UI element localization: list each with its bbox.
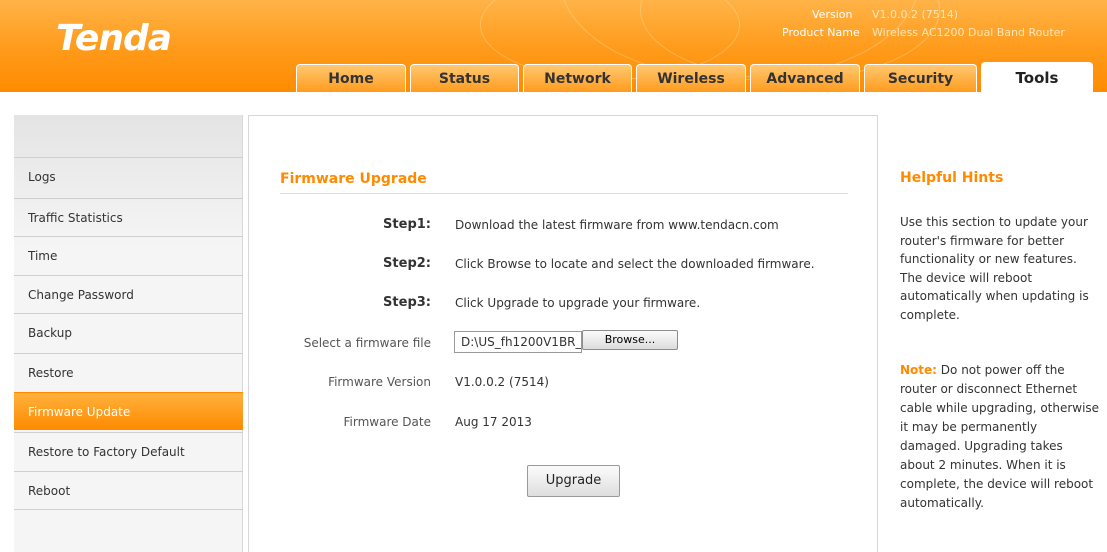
- helpful-hints-panel: Helpful Hints Use this section to update…: [878, 115, 1107, 552]
- sidebar-item-restore-factory-default[interactable]: Restore to Factory Default: [14, 432, 243, 470]
- section-divider: [280, 193, 848, 194]
- note-label: Note:: [900, 363, 937, 377]
- firmware-version-value: V1.0.0.2 (7514): [455, 375, 549, 389]
- browse-button[interactable]: Browse...: [582, 330, 678, 350]
- sidebar-item-change-password[interactable]: Change Password: [14, 275, 243, 313]
- product-name-label: Product Name: [782, 26, 860, 39]
- sidebar-item-logs[interactable]: Logs: [14, 157, 243, 195]
- version-value: V1.0.0.2 (7514): [872, 8, 959, 21]
- firmware-date-value: Aug 17 2013: [455, 415, 532, 429]
- tenda-logo[interactable]: Tenda: [56, 18, 172, 59]
- sidebar-item-traffic-statistics[interactable]: Traffic Statistics: [14, 198, 243, 236]
- step2-text: Click Browse to locate and select the do…: [455, 257, 815, 271]
- sidebar: Logs Traffic Statistics Time Change Pass…: [14, 115, 243, 552]
- tab-security[interactable]: Security: [864, 64, 977, 92]
- upgrade-button[interactable]: Upgrade: [527, 465, 620, 497]
- step2-label: Step2:: [383, 256, 431, 271]
- tab-status[interactable]: Status: [410, 64, 519, 92]
- section-title: Firmware Upgrade: [280, 171, 427, 187]
- version-label: Version: [812, 8, 853, 21]
- firmware-version-label: Firmware Version: [328, 375, 431, 389]
- tab-tools[interactable]: Tools: [981, 62, 1093, 92]
- hints-title: Helpful Hints: [900, 170, 1004, 186]
- sidebar-item-reboot[interactable]: Reboot: [14, 471, 243, 509]
- firmware-file-input[interactable]: D:\US_fh1200V1BR_V1.: [454, 331, 582, 353]
- firmware-upgrade-panel: Firmware Upgrade Step1: Download the lat…: [248, 115, 878, 552]
- sidebar-item-time[interactable]: Time: [14, 236, 243, 274]
- firmware-date-label: Firmware Date: [343, 415, 432, 429]
- tab-home[interactable]: Home: [296, 64, 406, 92]
- firmware-file-label: Select a firmware file: [303, 336, 431, 350]
- step1-text: Download the latest firmware from www.te…: [455, 218, 779, 232]
- product-name-value: Wireless AC1200 Dual Band Router: [872, 26, 1065, 39]
- sidebar-item-backup[interactable]: Backup: [14, 313, 243, 351]
- step3-label: Step3:: [383, 295, 431, 310]
- sidebar-item-restore[interactable]: Restore: [14, 353, 243, 391]
- sidebar-item-firmware-update[interactable]: Firmware Update: [14, 392, 243, 430]
- tab-advanced[interactable]: Advanced: [750, 64, 860, 92]
- tab-wireless[interactable]: Wireless: [636, 64, 746, 92]
- tab-network[interactable]: Network: [523, 64, 632, 92]
- main-nav-tabs: Home Status Network Wireless Advanced Se…: [296, 62, 1093, 92]
- hints-note: Note: Do not power off the router or dis…: [900, 361, 1100, 513]
- note-text: Do not power off the router or disconnec…: [900, 363, 1100, 510]
- hints-body: Use this section to update your router's…: [900, 215, 1089, 322]
- header-banner: Tenda Version V1.0.0.2 (7514) Product Na…: [0, 0, 1107, 92]
- step1-label: Step1:: [383, 217, 431, 232]
- sidebar-empty-row: [14, 509, 243, 552]
- step3-text: Click Upgrade to upgrade your firmware.: [455, 296, 701, 310]
